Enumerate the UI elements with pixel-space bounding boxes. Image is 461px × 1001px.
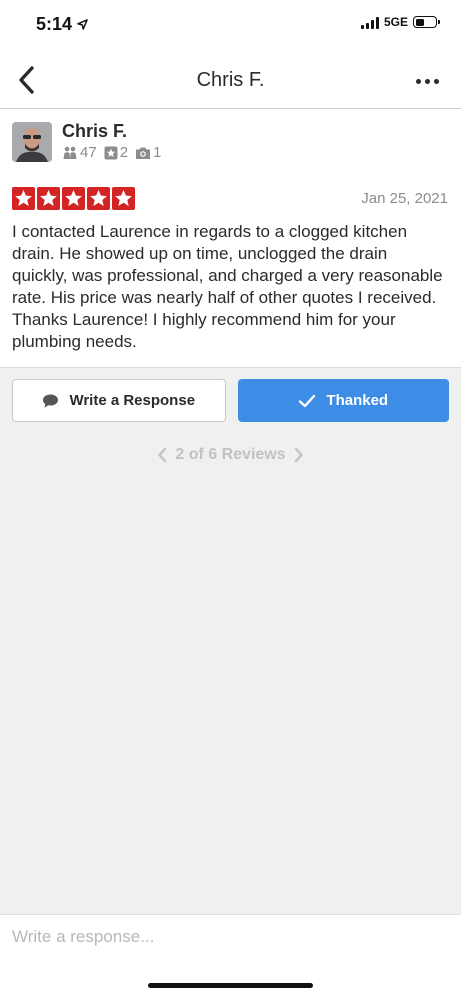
pager-label: 2 of 6 Reviews — [175, 446, 286, 463]
friends-count-value: 47 — [80, 144, 97, 161]
response-input[interactable] — [12, 927, 432, 947]
more-options-button[interactable] — [409, 66, 445, 96]
status-bar: 5:14 5GE — [0, 0, 461, 52]
review-actions: Write a Response Thanked — [12, 379, 449, 423]
review-pager: 2 of 6 Reviews — [0, 446, 461, 464]
speech-bubble-icon — [43, 394, 59, 408]
pager-prev-button[interactable] — [157, 447, 167, 463]
status-time-text: 5:14 — [36, 14, 73, 34]
reviews-count: 2 — [104, 144, 128, 161]
star-icon — [65, 190, 82, 206]
back-button[interactable] — [8, 62, 44, 98]
battery-level — [415, 18, 425, 26]
star-icon — [115, 190, 132, 206]
write-response-label: Write a Response — [69, 392, 196, 409]
review-star-icon — [104, 146, 118, 159]
rating-star — [112, 187, 135, 210]
status-time: 5:14 — [36, 14, 88, 35]
rating-star — [37, 187, 60, 210]
rating-star — [62, 187, 85, 210]
reviewer-name[interactable]: Chris F. — [62, 121, 127, 142]
battery-icon — [413, 16, 440, 28]
chevron-left-icon — [19, 66, 34, 94]
nav-title: Chris F. — [196, 69, 265, 91]
home-indicator — [148, 983, 313, 988]
reviews-count-value: 2 — [119, 144, 129, 161]
friends-count: 47 — [62, 144, 97, 161]
thanked-label: Thanked — [326, 392, 389, 409]
status-indicators: 5GE — [360, 15, 440, 29]
review-text: I contacted Laurence in regards to a clo… — [12, 222, 443, 351]
star-rating — [12, 187, 135, 210]
network-type: 5GE — [383, 15, 408, 29]
cellular-signal-icon — [360, 16, 379, 29]
response-composer — [0, 914, 461, 1001]
nav-bar: Chris F. — [0, 52, 461, 109]
reviewer-stats: 47 2 1 — [62, 144, 165, 161]
avatar[interactable] — [12, 122, 52, 162]
star-icon — [90, 190, 107, 206]
camera-icon — [136, 147, 151, 159]
write-response-button[interactable]: Write a Response — [12, 379, 226, 422]
pager-next-button[interactable] — [294, 447, 304, 463]
avatar-image — [12, 122, 52, 162]
review-date: Jan 25, 2021 — [361, 190, 448, 207]
rating-star — [12, 187, 35, 210]
more-dots-icon — [415, 78, 421, 84]
photos-count: 1 — [135, 144, 161, 161]
rating-star — [87, 187, 110, 210]
checkmark-icon — [299, 394, 316, 407]
star-icon — [40, 190, 57, 206]
star-icon — [15, 190, 32, 206]
photos-count-value: 1 — [153, 144, 162, 161]
thanked-button[interactable]: Thanked — [237, 379, 449, 422]
review-card: Chris F. 47 2 1 Jan 25, 2021 I contacted… — [0, 109, 461, 368]
location-arrow-icon — [77, 19, 88, 30]
friends-icon — [63, 146, 77, 159]
